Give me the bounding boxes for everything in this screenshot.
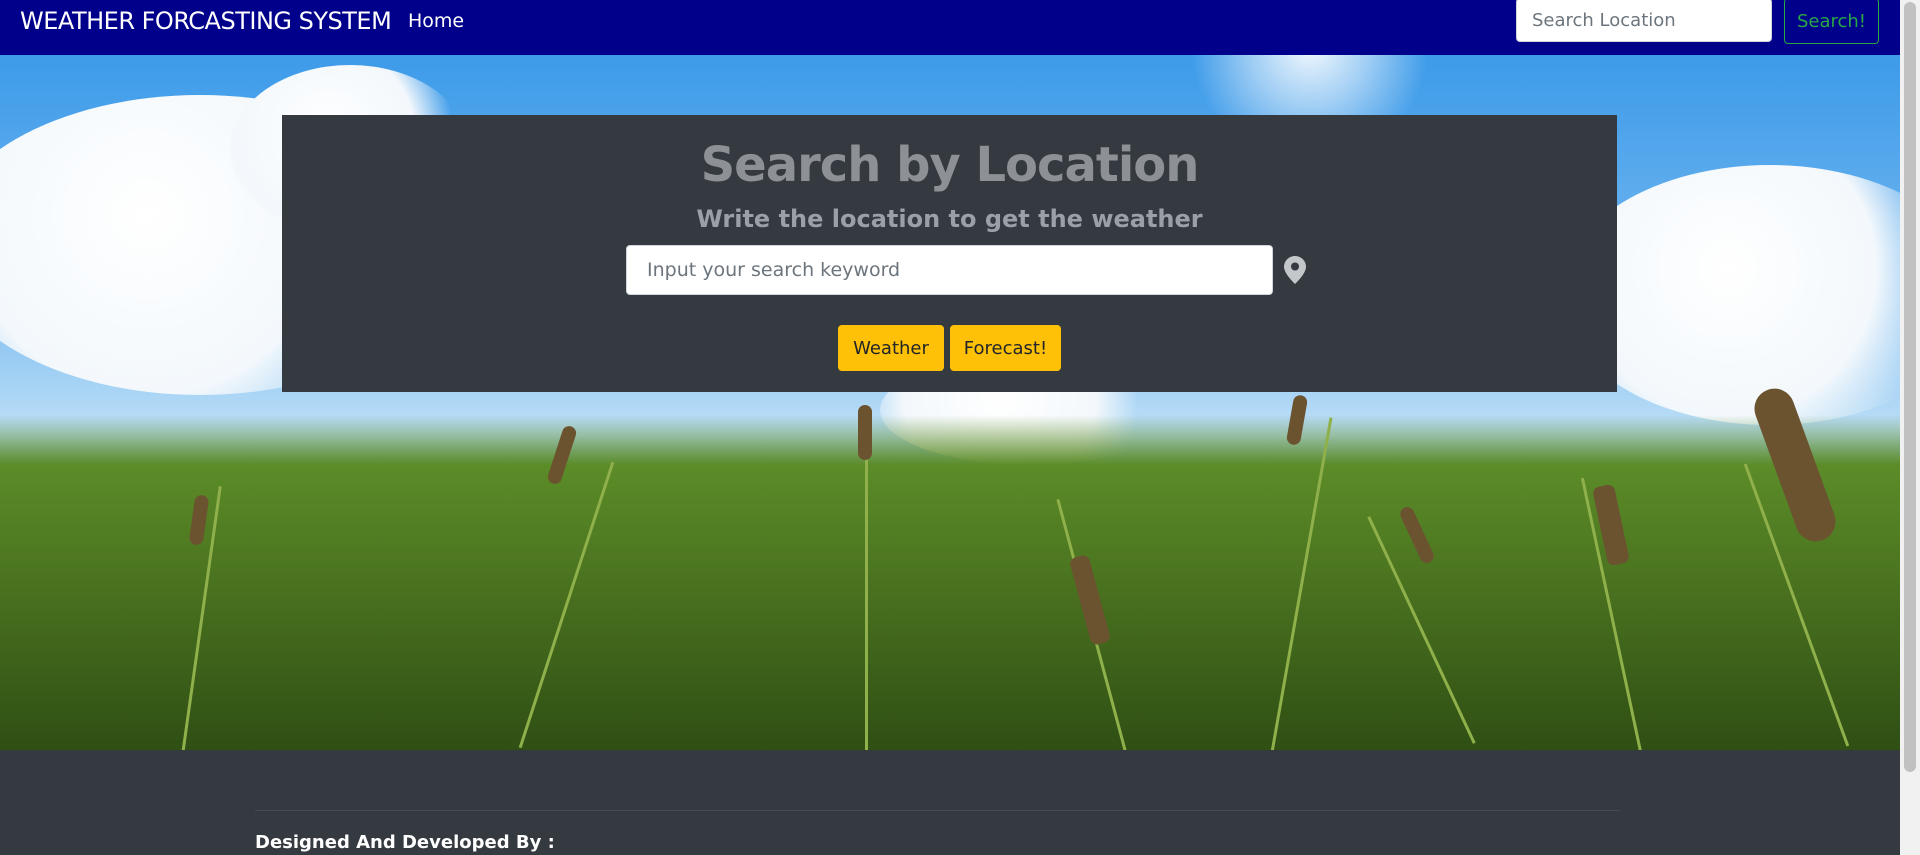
cattail [858,405,872,460]
scrollbar-thumb[interactable] [1904,2,1916,772]
reed-stem [865,435,868,750]
nav-search-button[interactable]: Search! [1784,0,1879,44]
search-panel: Search by Location Write the location to… [282,115,1617,392]
forecast-button[interactable]: Forecast! [950,325,1061,371]
panel-subtitle: Write the location to get the weather [696,205,1203,233]
weather-button[interactable]: Weather [838,325,944,371]
location-search-input[interactable] [626,245,1273,295]
map-pin-icon[interactable] [1284,256,1306,284]
grass-field [0,415,1900,750]
nav-search-input[interactable] [1516,0,1772,42]
top-navbar: WEATHER FORCASTING SYSTEM Home Search! [0,0,1900,55]
brand-title[interactable]: WEATHER FORCASTING SYSTEM [20,7,392,35]
nav-link-home[interactable]: Home [408,10,464,32]
page-scrollbar[interactable] [1900,0,1920,855]
footer: Designed And Developed By : [0,750,1900,855]
panel-title: Search by Location [700,137,1200,193]
footer-credit: Designed And Developed By : [255,832,555,853]
footer-divider [255,810,1620,811]
